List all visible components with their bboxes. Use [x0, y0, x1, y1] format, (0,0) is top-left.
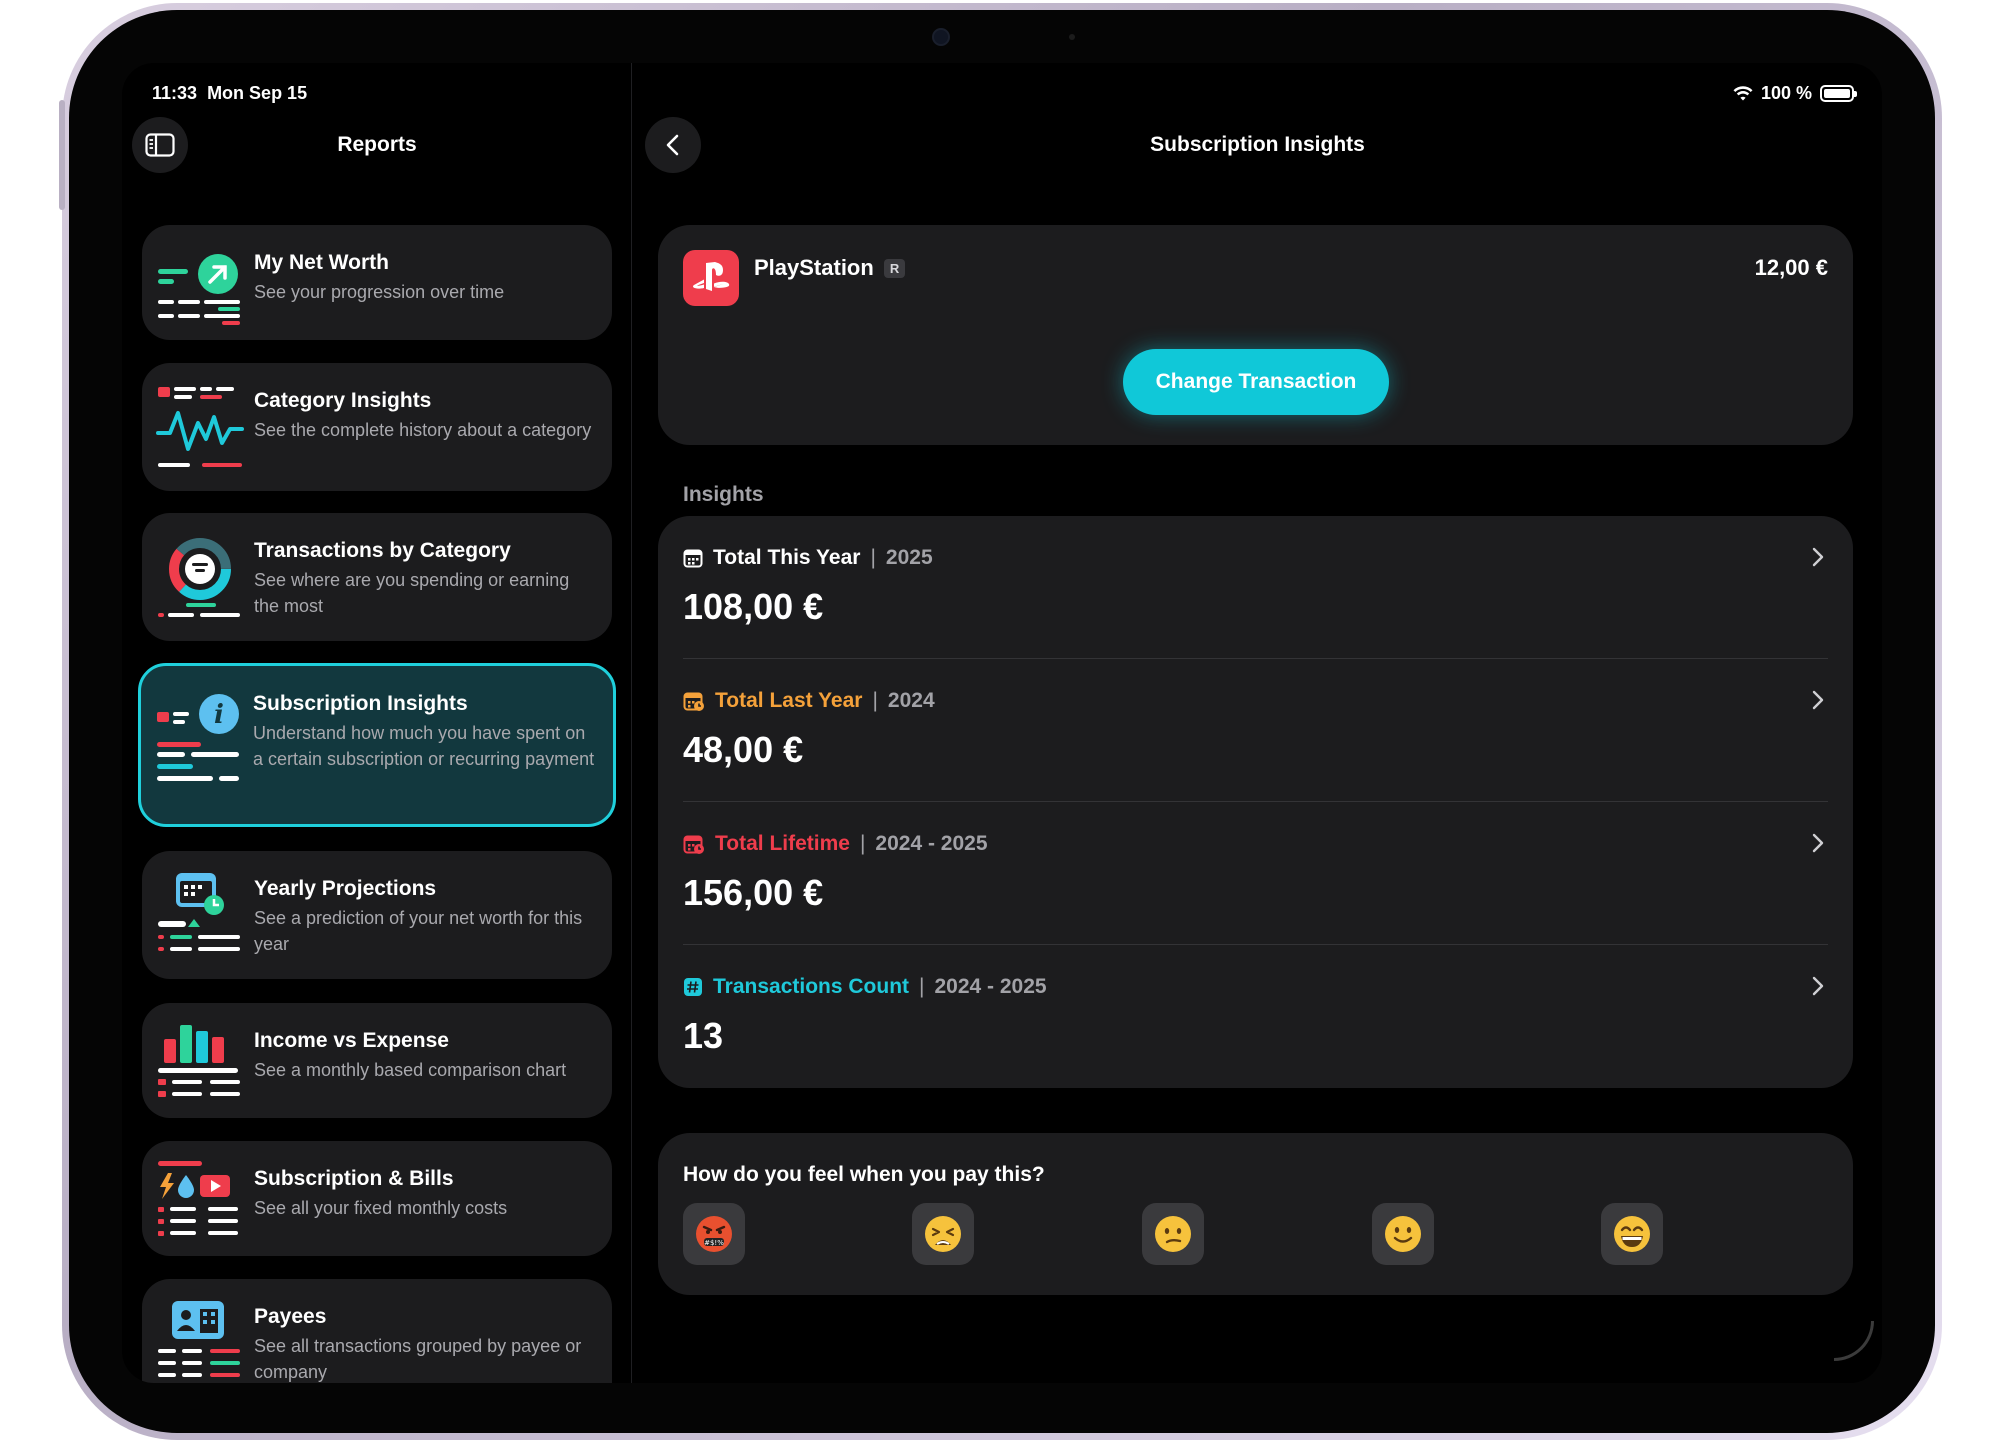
side-button: [59, 100, 65, 210]
angry-face-icon: #$!%: [696, 1216, 732, 1252]
sidebar: Reports My Net Worth See your progressio…: [122, 63, 632, 1383]
sidebar-item-yearly-projections[interactable]: Yearly Projections See a prediction of y…: [142, 851, 612, 979]
mood-question: How do you feel when you pay this?: [683, 1163, 1045, 1186]
sidebar-item-net-worth[interactable]: My Net Worth See your progression over t…: [142, 225, 612, 340]
insight-value: 48,00 €: [683, 729, 804, 770]
page-title: Subscription Insights: [1150, 133, 1365, 156]
playstation-logo: [683, 250, 739, 306]
change-transaction-button[interactable]: Change Transaction: [1123, 349, 1389, 415]
bezel: 11:33 Mon Sep 15 100 % Reports My Net Wo…: [59, 10, 1935, 1433]
bills-icon: [156, 1161, 244, 1251]
sidebar-item-income-vs-expense[interactable]: Income vs Expense See a monthly based co…: [142, 1003, 612, 1118]
screen: 11:33 Mon Sep 15 100 % Reports My Net Wo…: [122, 63, 1882, 1383]
insight-value: 13: [683, 1015, 724, 1056]
separator: |: [859, 832, 866, 855]
insight-row-last-year[interactable]: Total Last Year | 2024 48,00 €: [658, 659, 1853, 802]
calendar-clock-icon: [156, 871, 244, 961]
donut-chart-icon: [156, 533, 244, 623]
insight-label: Total This Year: [713, 546, 861, 569]
insight-period: 2024: [887, 689, 935, 712]
separator: |: [870, 546, 876, 569]
sidebar-item-subscription-bills[interactable]: Subscription & Bills See all your fixed …: [142, 1141, 612, 1256]
sidebar-item-transactions-by-category[interactable]: Transactions by Category See where are y…: [142, 513, 612, 641]
sidebar-item-desc: Understand how much you have spent on a …: [253, 723, 595, 769]
insight-row-lifetime[interactable]: Total Lifetime | 2024 - 2025 156,00 €: [658, 802, 1853, 945]
grin-face-icon: [1614, 1216, 1650, 1252]
info-icon: i: [155, 686, 243, 781]
insight-label: Transactions Count: [713, 975, 910, 998]
payee-amount: 12,00 €: [1754, 255, 1828, 280]
sidebar-item-desc: See where are you spending or earning th…: [254, 570, 570, 616]
mood-option-slight-smile[interactable]: [1372, 1203, 1434, 1265]
calendar-icon: [683, 549, 703, 568]
insight-value: 156,00 €: [683, 872, 824, 913]
insight-label: Total Lifetime: [715, 832, 850, 855]
sidebar-item-title: Payees: [254, 1305, 327, 1328]
sidebar-item-desc: See all your fixed monthly costs: [254, 1198, 508, 1218]
insight-period: 2024 - 2025: [934, 975, 1047, 998]
hashtag-icon: [684, 978, 702, 996]
bar-chart-icon: [156, 1023, 244, 1113]
sensor: [1069, 34, 1075, 40]
net-worth-icon: [156, 245, 244, 335]
mood-option-tired[interactable]: [912, 1203, 974, 1265]
sidebar-item-title: Yearly Projections: [254, 877, 437, 900]
slight-smile-icon: [1385, 1216, 1421, 1252]
sidebar-item-desc: See the complete history about a categor…: [254, 420, 592, 440]
building-icon: [156, 1299, 244, 1383]
sidebar-item-desc: See all transactions grouped by payee or…: [254, 1336, 582, 1382]
separator: |: [919, 975, 925, 998]
detail-pane: Subscription Insights PlayStation R 12,0…: [633, 63, 1882, 1383]
recurring-badge: R: [883, 258, 906, 278]
insight-period: 2025: [885, 546, 933, 569]
insight-row-header: Total Lifetime | 2024 - 2025: [683, 832, 988, 856]
category-insights-icon: [156, 383, 244, 473]
sidebar-title: Reports: [337, 133, 417, 156]
insight-label: Total Last Year: [715, 689, 863, 712]
sidebar-item-desc: See a monthly based comparison chart: [254, 1060, 567, 1080]
payee-label: PlayStation: [754, 255, 874, 280]
payee-name: PlayStation R: [754, 255, 906, 281]
separator: |: [872, 689, 878, 712]
mood-panel: How do you feel when you pay this? #$!%: [658, 1133, 1853, 1295]
chevron-right-icon: [1812, 547, 1824, 567]
sidebar-item-title: Transactions by Category: [254, 539, 511, 562]
payee-panel: PlayStation R 12,00 € Change Transaction: [658, 225, 1853, 445]
sidebar-item-desc: See your progression over time: [254, 282, 505, 302]
mood-option-angry[interactable]: #$!%: [683, 1203, 745, 1265]
sidebar-item-subscription-insights[interactable]: i Subscription Insights Understand how m…: [138, 663, 616, 827]
confused-face-icon: [1155, 1216, 1191, 1252]
front-camera: [932, 28, 950, 46]
svg-text:i: i: [214, 700, 224, 730]
calendar-icon: [683, 835, 704, 854]
insight-row-header: Total Last Year | 2024: [683, 689, 935, 713]
ipad-frame: 11:33 Mon Sep 15 100 % Reports My Net Wo…: [59, 3, 1942, 1440]
sidebar-item-payees[interactable]: Payees See all transactions grouped by p…: [142, 1279, 612, 1383]
insight-row-header: Transactions Count | 2024 - 2025: [683, 975, 1047, 999]
sidebar-item-desc: See a prediction of your net worth for t…: [254, 908, 583, 954]
sidebar-item-title: My Net Worth: [254, 251, 389, 274]
mood-option-confused[interactable]: [1142, 1203, 1204, 1265]
svg-text:#$!%: #$!%: [704, 1239, 724, 1247]
chevron-right-icon: [1812, 833, 1824, 853]
sidebar-item-title: Subscription & Bills: [254, 1167, 454, 1190]
chevron-right-icon: [1812, 976, 1824, 996]
sidebar-item-title: Category Insights: [254, 389, 432, 412]
insight-period: 2024 - 2025: [875, 832, 988, 855]
insights-section-label: Insights: [683, 483, 764, 506]
insights-panel: Total This Year | 2025 108,00 € Total La…: [658, 516, 1853, 1088]
insight-row-this-year[interactable]: Total This Year | 2025 108,00 €: [658, 516, 1853, 659]
chevron-right-icon: [1812, 690, 1824, 710]
insight-row-transactions-count[interactable]: Transactions Count | 2024 - 2025 13: [658, 945, 1853, 1088]
tired-face-icon: [925, 1216, 961, 1252]
sidebar-item-category-insights[interactable]: Category Insights See the complete histo…: [142, 363, 612, 491]
insight-value: 108,00 €: [683, 586, 824, 627]
mood-option-grin[interactable]: [1601, 1203, 1663, 1265]
sidebar-item-title: Subscription Insights: [253, 692, 468, 715]
calendar-icon: [683, 692, 704, 711]
insight-row-header: Total This Year | 2025: [683, 546, 933, 570]
sidebar-item-title: Income vs Expense: [254, 1029, 449, 1052]
